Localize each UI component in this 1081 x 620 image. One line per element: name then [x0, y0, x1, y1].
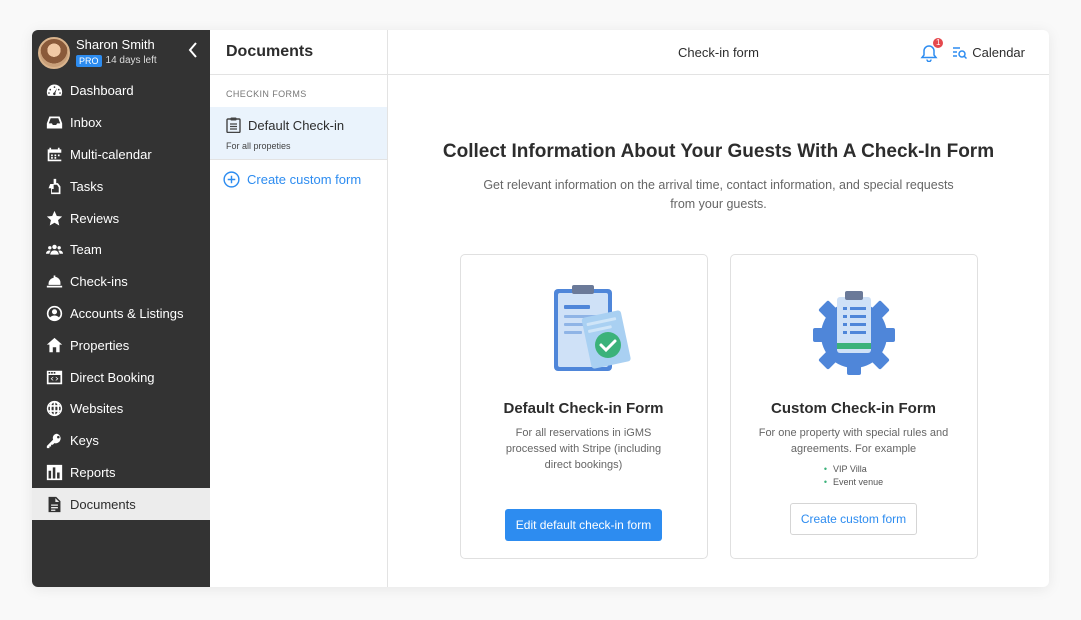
- example-item: VIP Villa: [824, 463, 883, 476]
- edit-default-form-button[interactable]: Edit default check-in form: [504, 509, 663, 541]
- create-custom-form-button[interactable]: Create custom form: [789, 503, 918, 535]
- sidebar-item-websites[interactable]: Websites: [32, 393, 210, 425]
- sidebar-item-check-ins[interactable]: Check-ins: [32, 266, 210, 298]
- clipboard-icon: [226, 117, 241, 133]
- star-icon: [45, 209, 63, 227]
- sidebar-item-inbox[interactable]: Inbox: [32, 107, 210, 139]
- documents-title: Documents: [210, 30, 387, 75]
- card-description: For all reservations in iGMS processed w…: [505, 427, 662, 471]
- sidebar-item-documents[interactable]: Documents: [32, 488, 210, 521]
- doc-item-default-check-in[interactable]: Default Check-in For all propeties: [210, 107, 387, 160]
- sidebar-item-tasks[interactable]: Tasks: [32, 170, 210, 202]
- sidebar: Sharon Smith PRO 14 days left Dashboard …: [32, 30, 210, 587]
- create-custom-form-link[interactable]: Create custom form: [210, 160, 387, 188]
- custom-form-card: Custom Check-in Form For one property wi…: [729, 254, 978, 559]
- doc-item-title: Default Check-in: [248, 117, 345, 133]
- reports-icon: [45, 463, 63, 481]
- notifications-button[interactable]: 1: [920, 36, 945, 62]
- example-item: Event venue: [824, 476, 883, 489]
- sidebar-item-reviews[interactable]: Reviews: [32, 202, 210, 234]
- document-icon: [45, 495, 63, 513]
- user-profile[interactable]: Sharon Smith PRO 14 days left: [32, 30, 210, 75]
- team-icon: [45, 241, 63, 259]
- app-window: Sharon Smith PRO 14 days left Dashboard …: [32, 30, 1049, 587]
- sidebar-item-accounts-listings[interactable]: Accounts & Listings: [32, 298, 210, 330]
- home-icon: [45, 336, 63, 354]
- clipboard-gear-illustration: [812, 291, 895, 375]
- example-list: VIP Villa Event venue: [824, 463, 883, 489]
- bell-service-icon: [45, 273, 63, 291]
- doc-item-subtitle: For all propeties: [226, 141, 291, 151]
- sidebar-item-reports[interactable]: Reports: [32, 457, 210, 489]
- avatar: [38, 36, 70, 69]
- main-content: Check-in form 1 Calendar Collect Informa…: [388, 30, 1049, 587]
- notification-badge: 1: [932, 36, 945, 49]
- topbar: Check-in form 1 Calendar: [388, 30, 1049, 75]
- dashboard-icon: [45, 82, 63, 100]
- sidebar-item-direct-booking[interactable]: Direct Booking: [32, 361, 210, 393]
- sidebar-item-keys[interactable]: Keys: [32, 425, 210, 457]
- user-name: Sharon Smith: [76, 37, 155, 53]
- section-label: CHECKIN FORMS: [226, 89, 307, 99]
- key-icon: [45, 432, 63, 450]
- calendar-search-icon: [953, 46, 968, 59]
- plan-badge: PRO: [76, 54, 102, 67]
- sidebar-nav: Dashboard Inbox Multi-calendar Tasks Rev…: [32, 75, 210, 521]
- sidebar-item-properties[interactable]: Properties: [32, 329, 210, 361]
- headline: Collect Information About Your Guests Wi…: [442, 141, 995, 162]
- documents-panel: Documents CHECKIN FORMS Default Check-in…: [210, 30, 388, 587]
- default-form-card: Default Check-in Form For all reservatio…: [459, 254, 708, 559]
- calendar-link[interactable]: Calendar: [952, 45, 1025, 60]
- card-description: For one property with special rules and …: [758, 427, 949, 455]
- calendar-icon: [45, 145, 63, 163]
- account-icon: [45, 304, 63, 322]
- plus-circle-icon: [223, 171, 240, 188]
- card-title: Custom Check-in Form: [770, 400, 936, 417]
- trial-status: 14 days left: [105, 55, 157, 67]
- chevron-left-icon[interactable]: [188, 42, 198, 61]
- globe-icon: [45, 400, 63, 418]
- subline: Get relevant information on the arrival …: [483, 178, 954, 211]
- sidebar-item-team[interactable]: Team: [32, 234, 210, 266]
- code-window-icon: [45, 368, 63, 386]
- card-title: Default Check-in Form: [503, 400, 664, 417]
- clipboard-check-illustration: [553, 285, 631, 371]
- tasks-icon: [45, 177, 63, 195]
- sidebar-item-dashboard[interactable]: Dashboard: [32, 75, 210, 107]
- inbox-icon: [45, 114, 63, 132]
- page-title: Check-in form: [678, 44, 759, 60]
- sidebar-item-multi-calendar[interactable]: Multi-calendar: [32, 139, 210, 171]
